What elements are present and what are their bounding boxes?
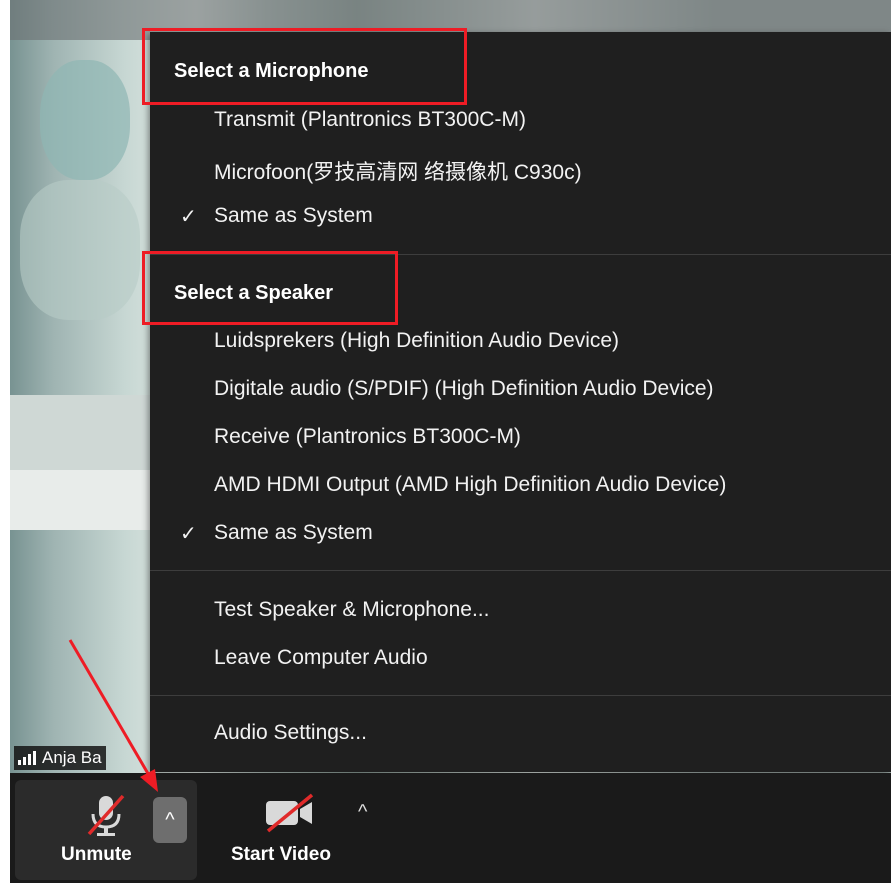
speaker-option-amd-hdmi[interactable]: AMD HDMI Output (AMD High Definition Aud… <box>214 473 726 497</box>
microphone-heading: Select a Microphone <box>174 60 369 82</box>
unmute-group: ^ Unmute <box>15 780 197 880</box>
video-window-sill <box>10 470 150 530</box>
audio-options-menu: Select a Microphone Transmit (Plantronic… <box>150 32 891 772</box>
video-options-caret-button[interactable]: ^ <box>358 801 367 824</box>
start-video-label[interactable]: Start Video <box>231 844 331 866</box>
video-foliage <box>40 60 130 180</box>
video-foliage <box>20 180 140 320</box>
microphone-option-transmit[interactable]: Transmit (Plantronics BT300C-M) <box>214 108 526 132</box>
signal-bars-icon <box>18 751 36 765</box>
speaker-option-digitale-audio[interactable]: Digitale audio (S/PDIF) (High Definition… <box>214 377 714 401</box>
microphone-option-microfoon[interactable]: Microfoon(罗技高清网 络摄像机 C930c) <box>214 156 582 186</box>
speaker-option-same-as-system[interactable]: Same as System <box>214 521 373 545</box>
test-speaker-microphone-item[interactable]: Test Speaker & Microphone... <box>214 598 489 622</box>
menu-divider <box>150 695 891 696</box>
unmute-label[interactable]: Unmute <box>61 844 132 866</box>
check-icon: ✓ <box>180 523 197 545</box>
leave-computer-audio-item[interactable]: Leave Computer Audio <box>214 646 428 670</box>
muted-microphone-icon[interactable] <box>85 792 127 838</box>
speaker-option-receive[interactable]: Receive (Plantronics BT300C-M) <box>214 425 521 449</box>
menu-divider <box>150 570 891 571</box>
audio-settings-item[interactable]: Audio Settings... <box>214 721 367 745</box>
speaker-heading: Select a Speaker <box>174 282 333 304</box>
check-icon: ✓ <box>180 206 197 228</box>
meeting-toolbar: ^ Unmute ^ Start Video <box>10 773 891 883</box>
video-off-icon[interactable] <box>262 793 318 833</box>
participant-name-tag: Anja Ba <box>14 746 106 770</box>
microphone-option-same-as-system[interactable]: Same as System <box>214 204 373 228</box>
page-edge <box>0 0 10 773</box>
participant-name: Anja Ba <box>42 748 102 767</box>
menu-divider <box>150 254 891 255</box>
speaker-option-luidsprekers[interactable]: Luidsprekers (High Definition Audio Devi… <box>214 329 619 353</box>
audio-options-caret-button[interactable]: ^ <box>153 797 187 843</box>
